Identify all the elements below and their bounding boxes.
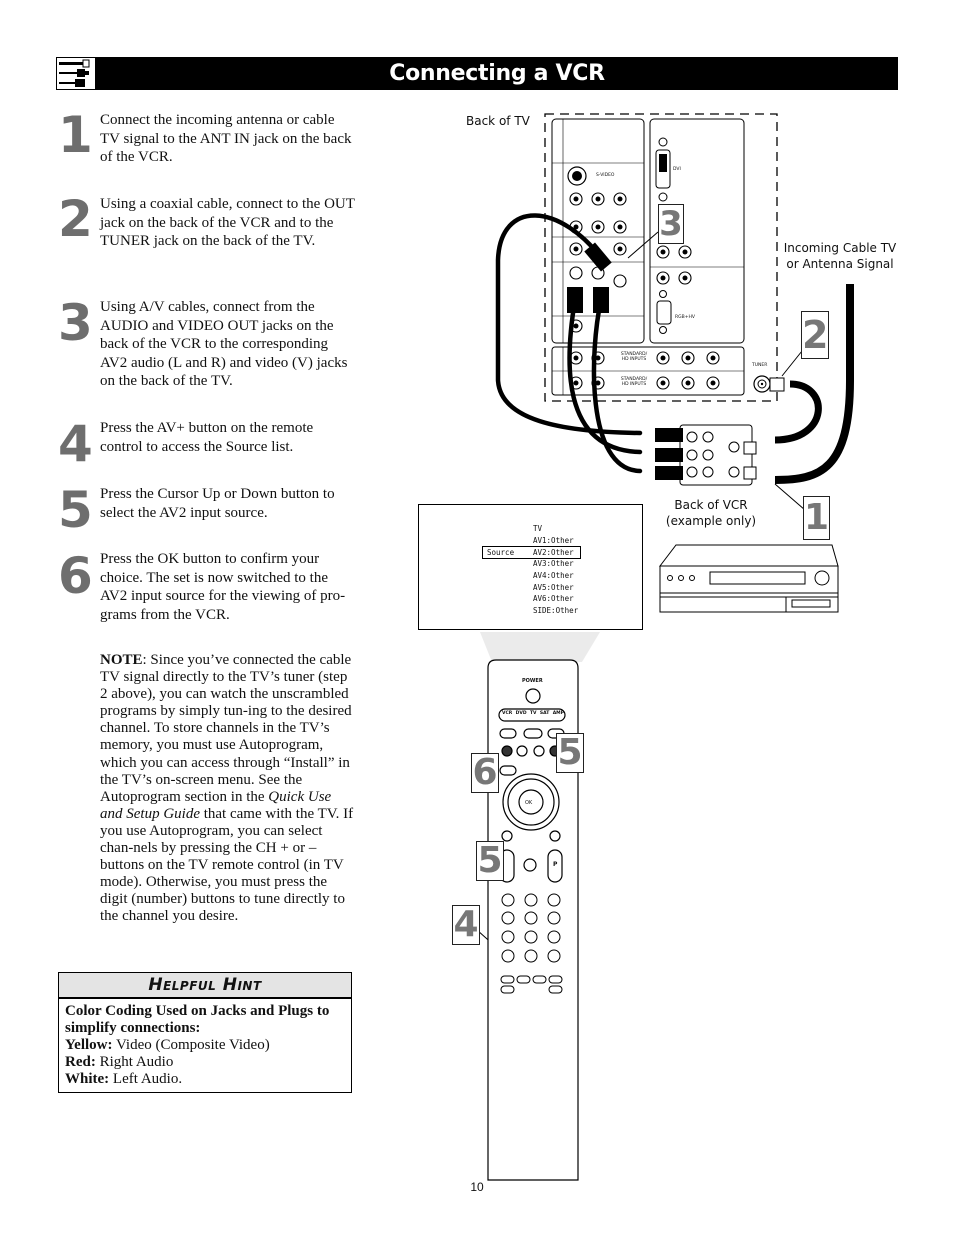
rgb-label: RGB+HV <box>675 315 695 320</box>
source-item-side[interactable]: SIDE:Other <box>533 605 578 617</box>
incoming-signal-line-1: Incoming Cable TV <box>783 241 897 255</box>
remote-power-label: POWER <box>522 678 543 684</box>
tuner-label: TUNER <box>752 363 768 368</box>
source-item-av6[interactable]: AV6:Other <box>533 593 574 605</box>
source-item-av5[interactable]: AV5:Other <box>533 582 574 594</box>
mode-amp-button[interactable]: AMP <box>553 711 564 716</box>
ok-button[interactable]: OK <box>525 800 532 806</box>
incoming-signal-label: Incoming Cable TV or Antenna Signal <box>778 240 902 272</box>
svideo-label: S-VIDEO <box>596 173 615 178</box>
callout-5-bottom: 5 <box>476 840 504 881</box>
mode-tv-button[interactable]: TV <box>530 711 537 716</box>
source-item-av2[interactable]: AV2:Other <box>533 547 574 559</box>
vcr-label-line-2: (example only) <box>665 514 757 528</box>
rgb-jack <box>656 300 672 325</box>
standard-hd-label: STANDARD/ HD INPUTS <box>620 377 648 387</box>
remote-mode-buttons: VCR DVD TV SAT AMP <box>502 711 564 716</box>
callout-4: 4 <box>452 904 480 945</box>
audio-plug-l <box>593 287 609 313</box>
callout-3: 3 <box>658 204 684 244</box>
coax-cable <box>774 380 822 444</box>
source-item-av3[interactable]: AV3:Other <box>533 558 574 570</box>
coax-connector <box>769 377 785 392</box>
callout-2: 2 <box>801 311 829 359</box>
vcr-label-line-1: Back of VCR <box>674 498 748 512</box>
callout-1: 1 <box>803 496 830 540</box>
source-menu-screen: Source TV AV1:Other AV2:Other AV3:Other … <box>418 504 643 630</box>
callout-6: 6 <box>471 752 499 793</box>
back-of-vcr-label: Back of VCR (example only) <box>658 497 764 529</box>
mode-vcr-button[interactable]: VCR <box>502 711 512 716</box>
program-button[interactable]: P <box>553 861 557 868</box>
incoming-signal-line-2: or Antenna Signal <box>786 257 894 271</box>
source-item-av4[interactable]: AV4:Other <box>533 570 574 582</box>
back-of-tv-label: Back of TV <box>466 114 530 128</box>
source-item-av1[interactable]: AV1:Other <box>533 535 574 547</box>
dvi-label: DVI <box>673 167 681 172</box>
source-item-tv[interactable]: TV <box>533 523 542 535</box>
source-label: Source <box>487 548 515 557</box>
standard-hd-label: STANDARD/ HD INPUTS <box>620 352 648 362</box>
mode-sat-button[interactable]: SAT <box>540 711 549 716</box>
vcr-front-illustration <box>658 544 839 613</box>
mode-dvd-button[interactable]: DVD <box>516 711 527 716</box>
audio-plug-r <box>567 287 583 313</box>
page-number: 10 <box>470 1180 484 1194</box>
callout-5-top: 5 <box>556 732 584 773</box>
screen-projection <box>480 632 600 662</box>
